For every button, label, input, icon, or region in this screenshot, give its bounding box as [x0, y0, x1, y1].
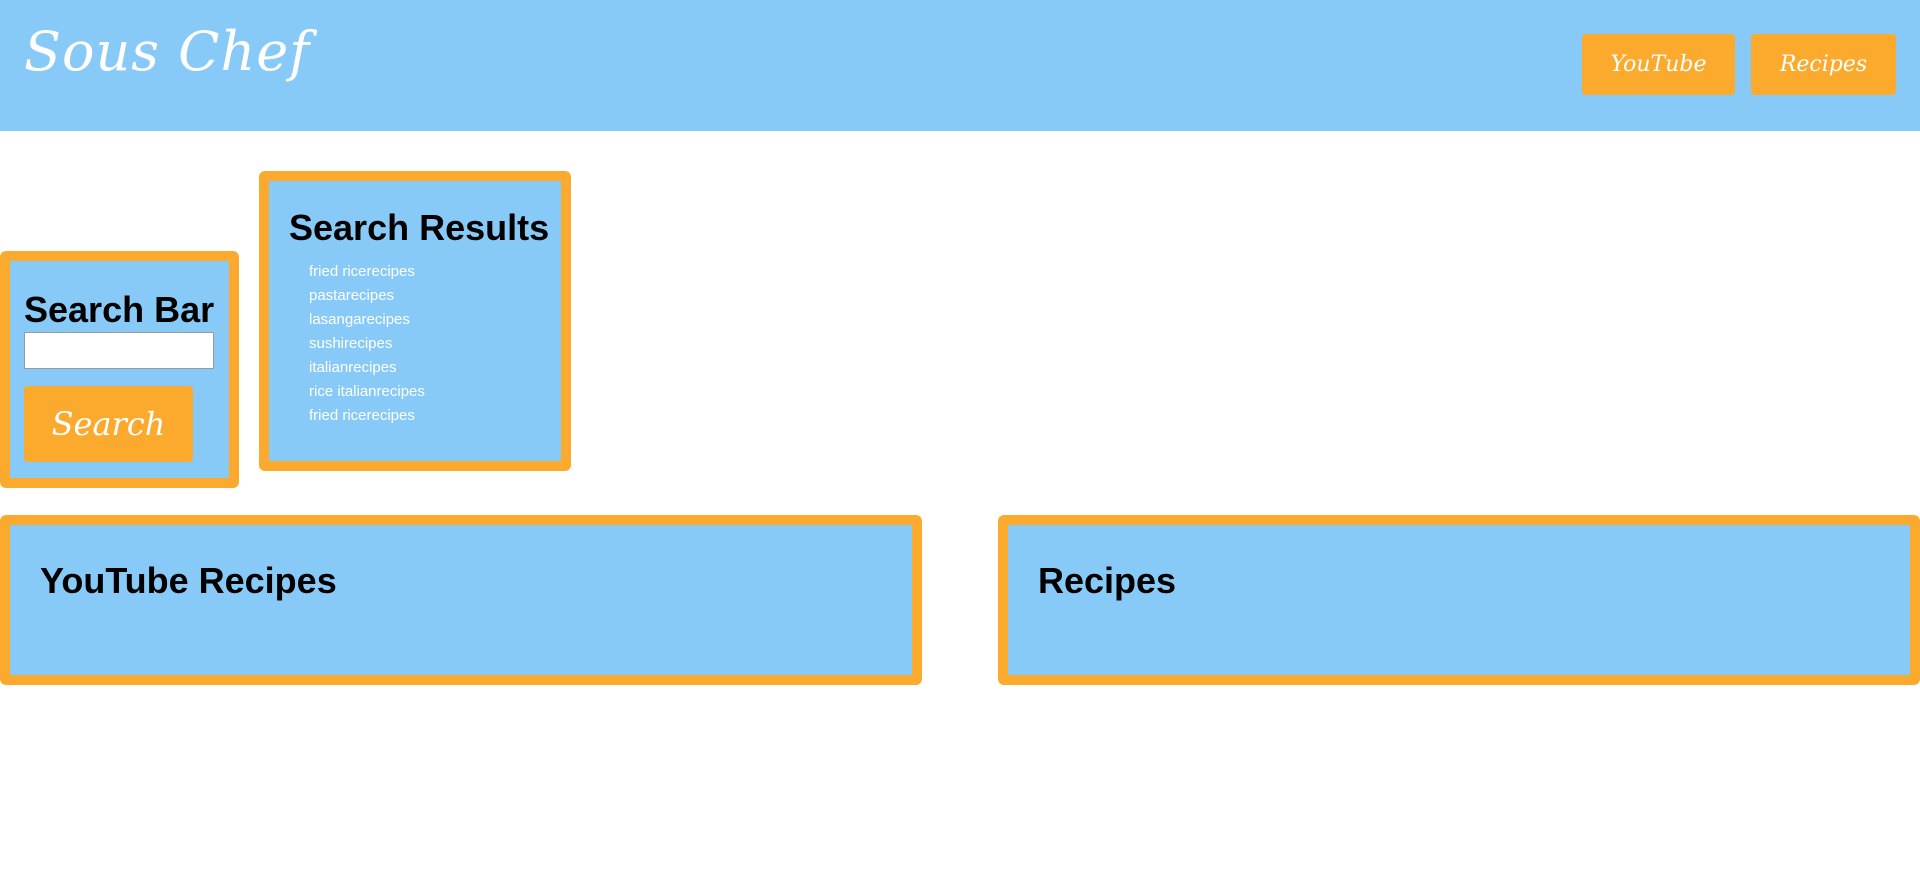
search-button[interactable]: Search: [24, 386, 193, 462]
search-result-item[interactable]: rice italianrecipes: [309, 380, 425, 404]
search-result-item[interactable]: fried ricerecipes: [309, 404, 425, 428]
search-results-list: fried ricerecipes pastarecipes lasangare…: [309, 260, 425, 428]
search-result-item[interactable]: italianrecipes: [309, 356, 425, 380]
search-results-panel: Search Results fried ricerecipes pastare…: [259, 171, 571, 471]
search-results-title: Search Results: [289, 207, 550, 248]
search-result-item[interactable]: fried ricerecipes: [309, 260, 425, 284]
recipes-title: Recipes: [1038, 560, 1177, 601]
search-bar-title: Search Bar: [24, 289, 215, 330]
search-result-item[interactable]: sushirecipes: [309, 332, 425, 356]
nav-youtube-button[interactable]: YouTube: [1582, 34, 1735, 95]
youtube-recipes-panel: YouTube Recipes: [0, 515, 922, 685]
search-result-item[interactable]: pastarecipes: [309, 284, 425, 308]
search-input[interactable]: [24, 332, 214, 369]
header: Sous Chef YouTube Recipes: [0, 0, 1920, 131]
nav-recipes-button[interactable]: Recipes: [1751, 34, 1896, 95]
search-result-item[interactable]: lasangarecipes: [309, 308, 425, 332]
youtube-recipes-title: YouTube Recipes: [40, 560, 337, 601]
brand-logo: Sous Chef: [24, 20, 311, 83]
search-bar-panel: Search Bar Search: [0, 251, 239, 488]
recipes-panel: Recipes: [998, 515, 1920, 685]
